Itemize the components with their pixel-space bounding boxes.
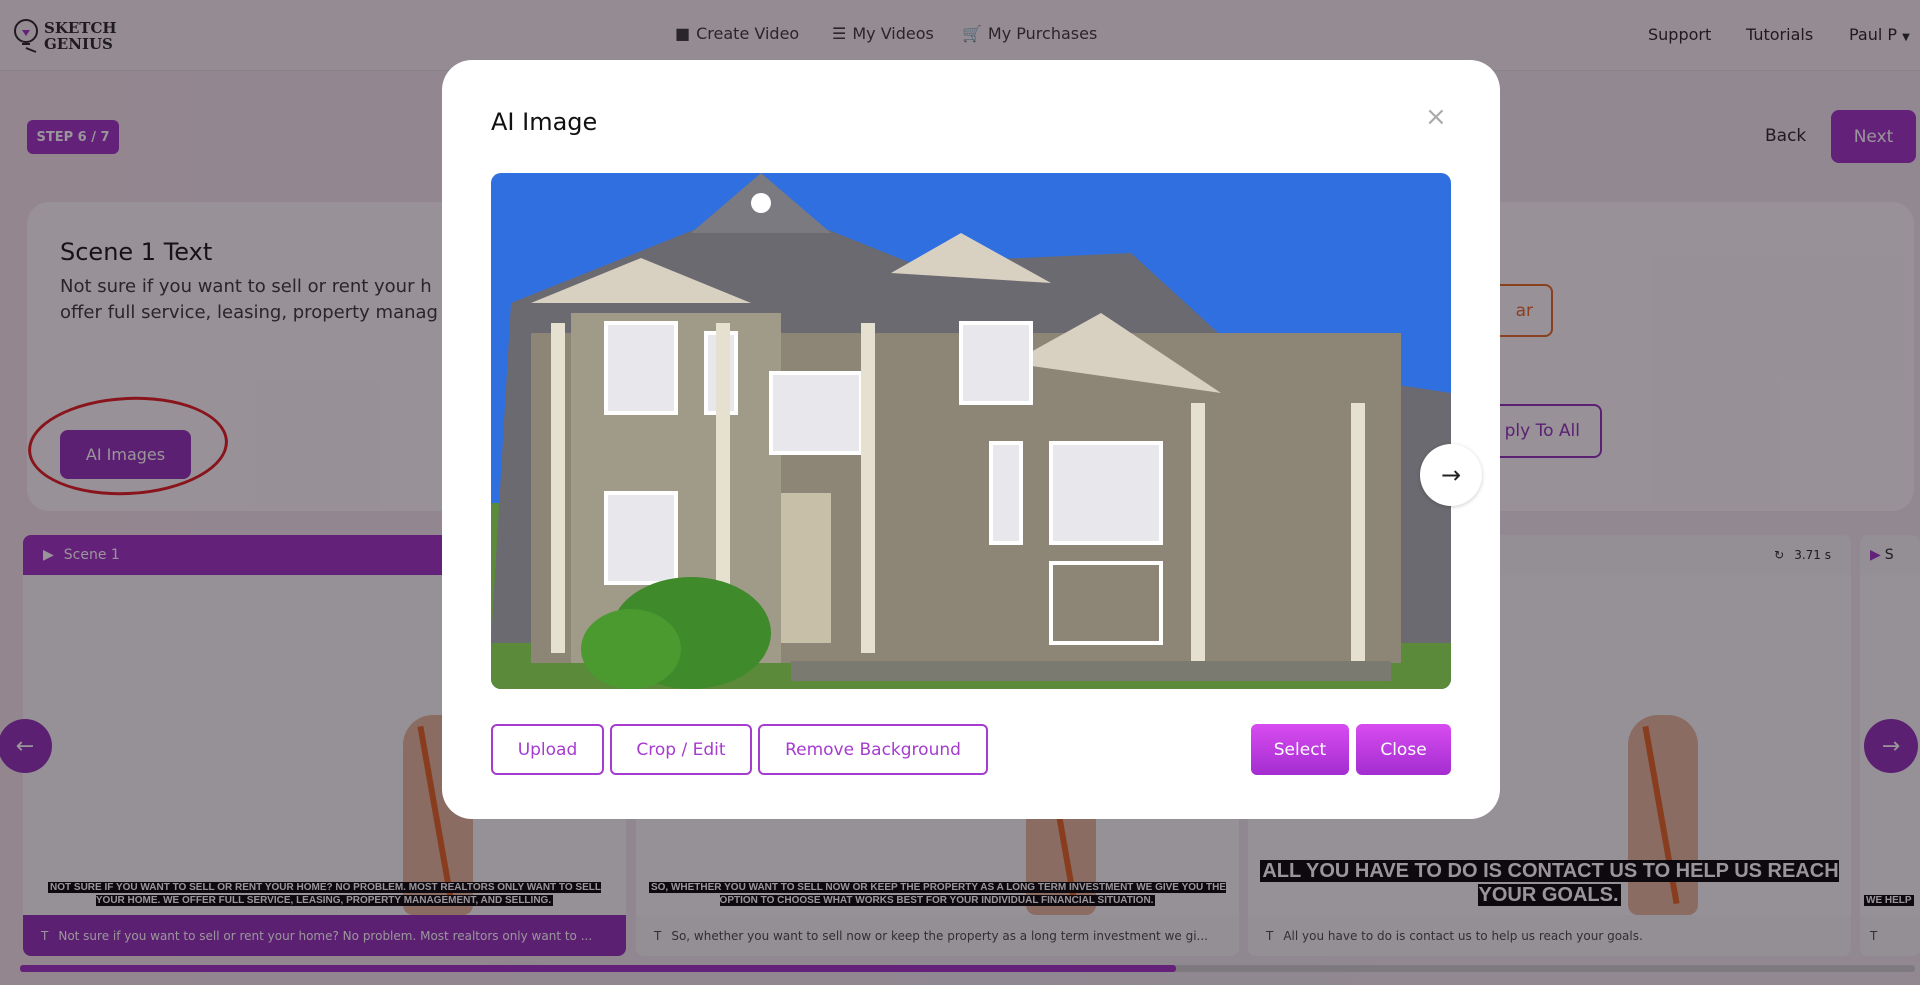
ai-image-modal: AI Image × → Upload Crop / Edit Remove B… [442,60,1500,819]
next-image-button[interactable]: → [1420,444,1482,506]
modal-title: AI Image [491,108,598,136]
remove-background-button[interactable]: Remove Background [758,724,988,775]
close-icon[interactable]: × [1425,102,1447,132]
generated-house-image [491,173,1451,689]
upload-button[interactable]: Upload [491,724,604,775]
crop-edit-button[interactable]: Crop / Edit [610,724,752,775]
close-button[interactable]: Close [1356,724,1451,775]
arrow-right-icon: → [1440,461,1462,489]
select-button[interactable]: Select [1251,724,1349,775]
